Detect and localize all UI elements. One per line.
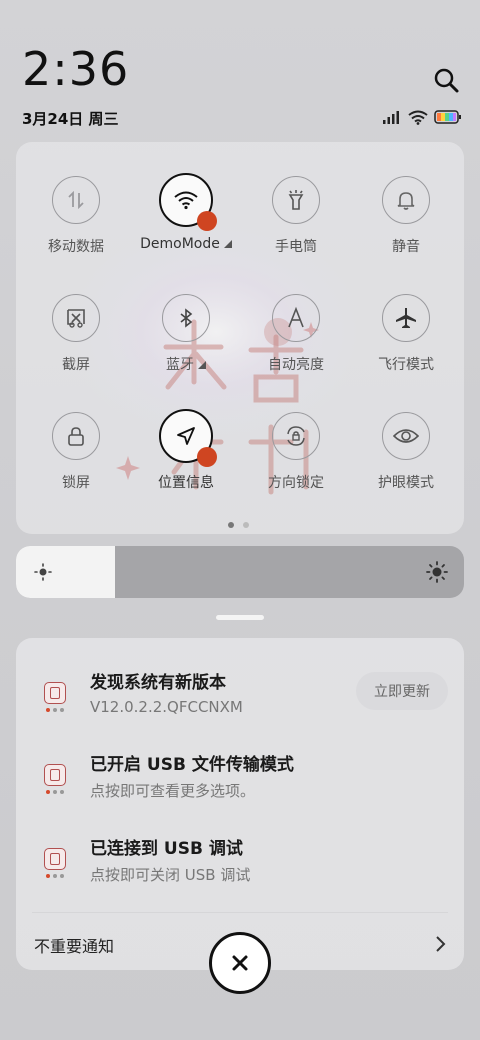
wifi-icon [174,191,198,210]
tile-label: 移动数据 [48,239,104,255]
notification-body: 点按即可关闭 USB 调试 [90,866,251,884]
auto-brightness-icon [288,306,304,328]
search-button[interactable] [432,66,462,96]
brightness-low-icon [34,563,52,581]
divider [32,912,448,913]
rotation-lock-button[interactable] [272,412,320,460]
app-dots [46,708,64,712]
lock-icon [68,427,84,446]
notification-item[interactable]: 已连接到 USB 调试 点按即可关闭 USB 调试 [16,834,464,904]
brightness-fill [16,546,115,598]
update-now-button[interactable]: 立即更新 [356,672,448,710]
tile-airplane-mode[interactable]: 飞行模式 [350,294,462,394]
tile-label: 方向锁定 [268,475,324,491]
tile-label-row: DemoMode [140,236,232,252]
bluetooth-button[interactable] [162,294,210,342]
location-button[interactable] [159,409,217,467]
notification-title: 已开启 USB 文件传输模式 [90,755,294,775]
page-dot [243,522,249,528]
tile-label: 位置信息 [158,475,214,491]
tile-mobile-data[interactable]: 移动数据 [20,176,132,276]
tile-label: 护眼模式 [378,475,434,491]
tile-lock-screen[interactable]: 锁屏 [20,412,132,512]
screenshot-icon [67,309,85,328]
tile-rotation-lock[interactable]: 方向锁定 [240,412,352,512]
notification-title: 发现系统有新版本 [90,673,226,693]
tile-label: 锁屏 [62,475,90,491]
eye-icon [393,429,419,443]
drag-handle[interactable] [216,615,264,620]
tile-wifi[interactable]: DemoMode [130,173,242,276]
flashlight-icon [288,190,304,210]
tile-label: 蓝牙 [166,354,206,374]
rotation-lock-icon [287,426,305,446]
notification-title: 已连接到 USB 调试 [90,839,243,859]
lock-screen-button[interactable] [52,412,100,460]
notification-body: 点按即可查看更多选项。 [90,782,256,800]
tile-label: 静音 [392,239,420,255]
mute-button[interactable] [382,176,430,224]
tile-auto-brightness[interactable]: 自动亮度 [240,294,352,394]
clock: 2:36 [22,42,130,96]
tile-label-text: 蓝牙 [166,357,194,373]
status-icons [382,108,462,126]
notification-item[interactable]: 已开启 USB 文件传输模式 点按即可查看更多选项。 [16,750,464,820]
flashlight-button[interactable] [272,176,320,224]
usb-icon [44,848,66,870]
tile-location[interactable]: 位置信息 [130,409,242,512]
tile-eye-care[interactable]: 护眼模式 [350,412,462,512]
tile-screenshot[interactable]: 截屏 [20,294,132,394]
bell-icon [397,192,415,210]
expand-triangle-icon [223,240,232,248]
quick-settings-panel: 移动数据 DemoMode 手电筒 静音 截屏 蓝牙 自动亮度 飞行模式 锁屏 … [16,142,464,534]
mobile-data-button[interactable] [52,176,100,224]
unimportant-notifications-link[interactable]: 不重要通知 [34,933,114,957]
notification-body: V12.0.2.2.QFCCNXM [90,698,243,716]
app-dots [46,874,64,878]
tile-label: DemoMode [140,236,220,252]
auto-brightness-button[interactable] [272,294,320,342]
close-icon [232,955,248,971]
wifi-button[interactable] [159,173,217,231]
location-icon [177,427,195,445]
tile-label: 自动亮度 [268,357,324,373]
screenshot-button[interactable] [52,294,100,342]
indicator-dot [197,447,217,467]
signal-icon [383,111,399,124]
airplane-icon [396,308,416,328]
expand-triangle-icon [198,361,206,369]
airplane-mode-button[interactable] [382,294,430,342]
search-icon [434,68,459,93]
indicator-dot [197,211,217,231]
wifi-status-icon [408,110,428,125]
tile-flashlight[interactable]: 手电筒 [240,176,352,276]
chevron-right-icon[interactable] [434,934,448,954]
brightness-slider[interactable] [16,546,464,598]
tile-mute[interactable]: 静音 [350,176,462,276]
date: 3月24日 周三 [22,110,119,128]
tile-label: 手电筒 [275,239,317,255]
system-update-icon [44,682,66,704]
mobile-data-icon [68,190,84,210]
eye-care-button[interactable] [382,412,430,460]
clear-all-button[interactable] [209,932,271,994]
app-dots [46,790,64,794]
page-indicator [228,522,249,528]
bluetooth-icon [180,308,193,328]
tile-label: 飞行模式 [378,357,434,373]
tile-label: 截屏 [62,357,90,373]
notification-panel: 发现系统有新版本 V12.0.2.2.QFCCNXM 立即更新 已开启 USB … [16,638,464,970]
tile-bluetooth[interactable]: 蓝牙 [130,294,242,394]
usb-icon [44,764,66,786]
brightness-high-icon [426,561,448,583]
battery-icon [434,110,461,124]
page-dot-active [228,522,234,528]
